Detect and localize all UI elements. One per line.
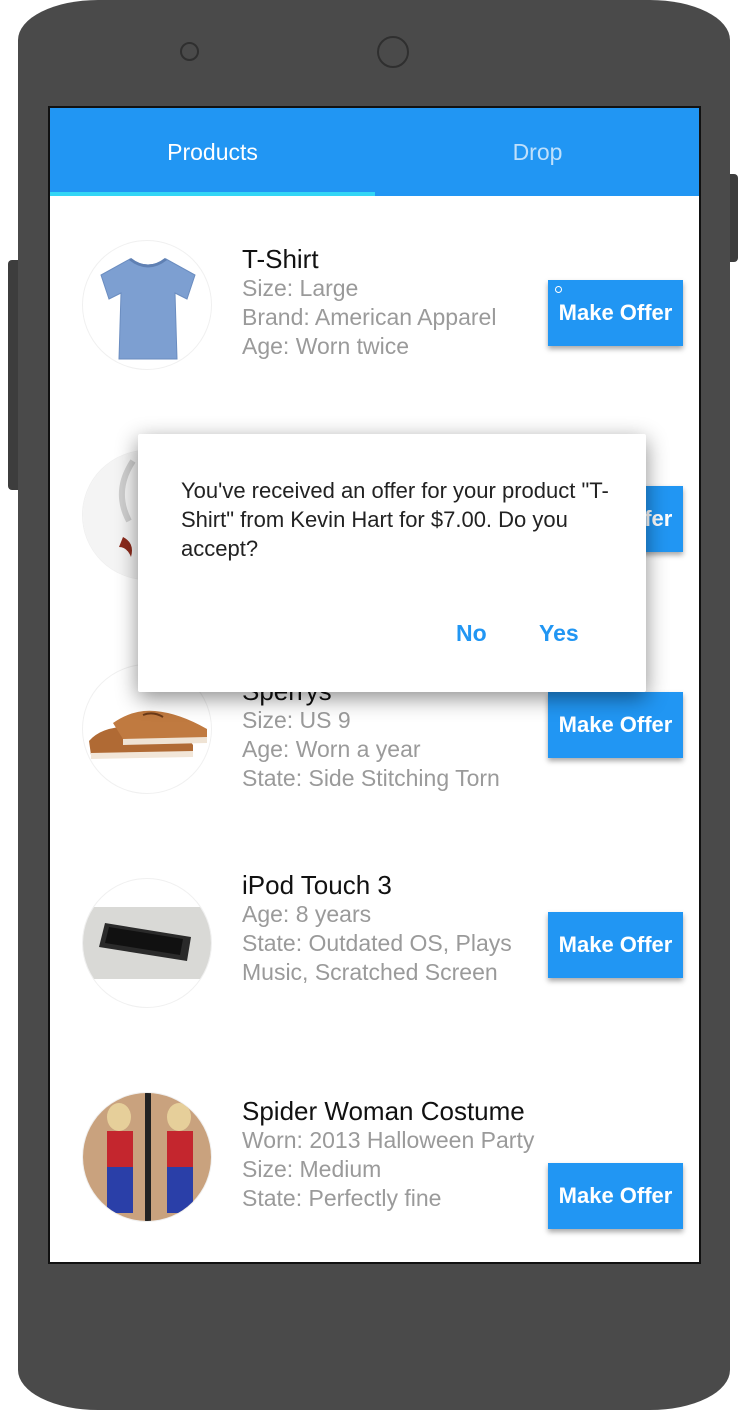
product-detail: Age: Worn a year [242,736,421,762]
product-detail: Age: Worn twice [242,333,410,359]
product-detail: Size: Large [242,275,359,301]
make-offer-button[interactable]: Make Offer [548,692,683,758]
make-offer-label: Make Offer [558,932,673,957]
product-detail: Brand: American Apparel [242,304,497,330]
tab-drop[interactable]: Drop [375,108,699,196]
offer-dialog: You've received an offer for your produc… [138,434,646,692]
product-title: Spider Woman Costume [242,1096,525,1126]
product-detail: Size: US 9 [242,707,351,733]
product-thumbnail [82,878,212,1008]
product-detail: State: Outdated OS, Plays Music, Scratch… [242,930,512,985]
front-camera [377,36,409,68]
tshirt-image [100,257,196,360]
costume-image [83,1093,211,1221]
product-detail: Size: Medium [242,1156,382,1182]
tab-bar: Products Drop [50,108,699,196]
proximity-sensor [180,42,199,61]
dialog-message: You've received an offer for your produc… [181,478,609,561]
make-offer-button[interactable]: Make Offer [548,280,683,346]
make-offer-button[interactable]: Make Offer [548,912,683,978]
make-offer-label: Make Offer [558,300,673,325]
product-thumbnail [82,1092,212,1222]
product-title: T-Shirt [242,244,319,274]
ipod-image [83,907,211,979]
touch-indicator-icon [555,286,562,293]
dialog-yes-button[interactable]: Yes [539,620,579,647]
active-tab-indicator [50,192,375,196]
product-detail: State: Side Stitching Torn [242,765,500,791]
tab-products[interactable]: Products [50,108,375,196]
product-title: iPod Touch 3 [242,870,392,900]
product-detail: State: Perfectly fine [242,1185,442,1211]
make-offer-label: Make Offer [558,712,673,737]
product-detail: Age: 8 years [242,901,372,927]
app-screen: Products Drop T-Shirt Size: Large Brand:… [48,106,701,1264]
dialog-no-button[interactable]: No [456,620,487,647]
product-thumbnail [82,240,212,370]
make-offer-label: Make Offer [558,1183,673,1208]
make-offer-button[interactable]: Make Offer [548,1163,683,1229]
product-detail: Worn: 2013 Halloween Party [242,1127,535,1153]
